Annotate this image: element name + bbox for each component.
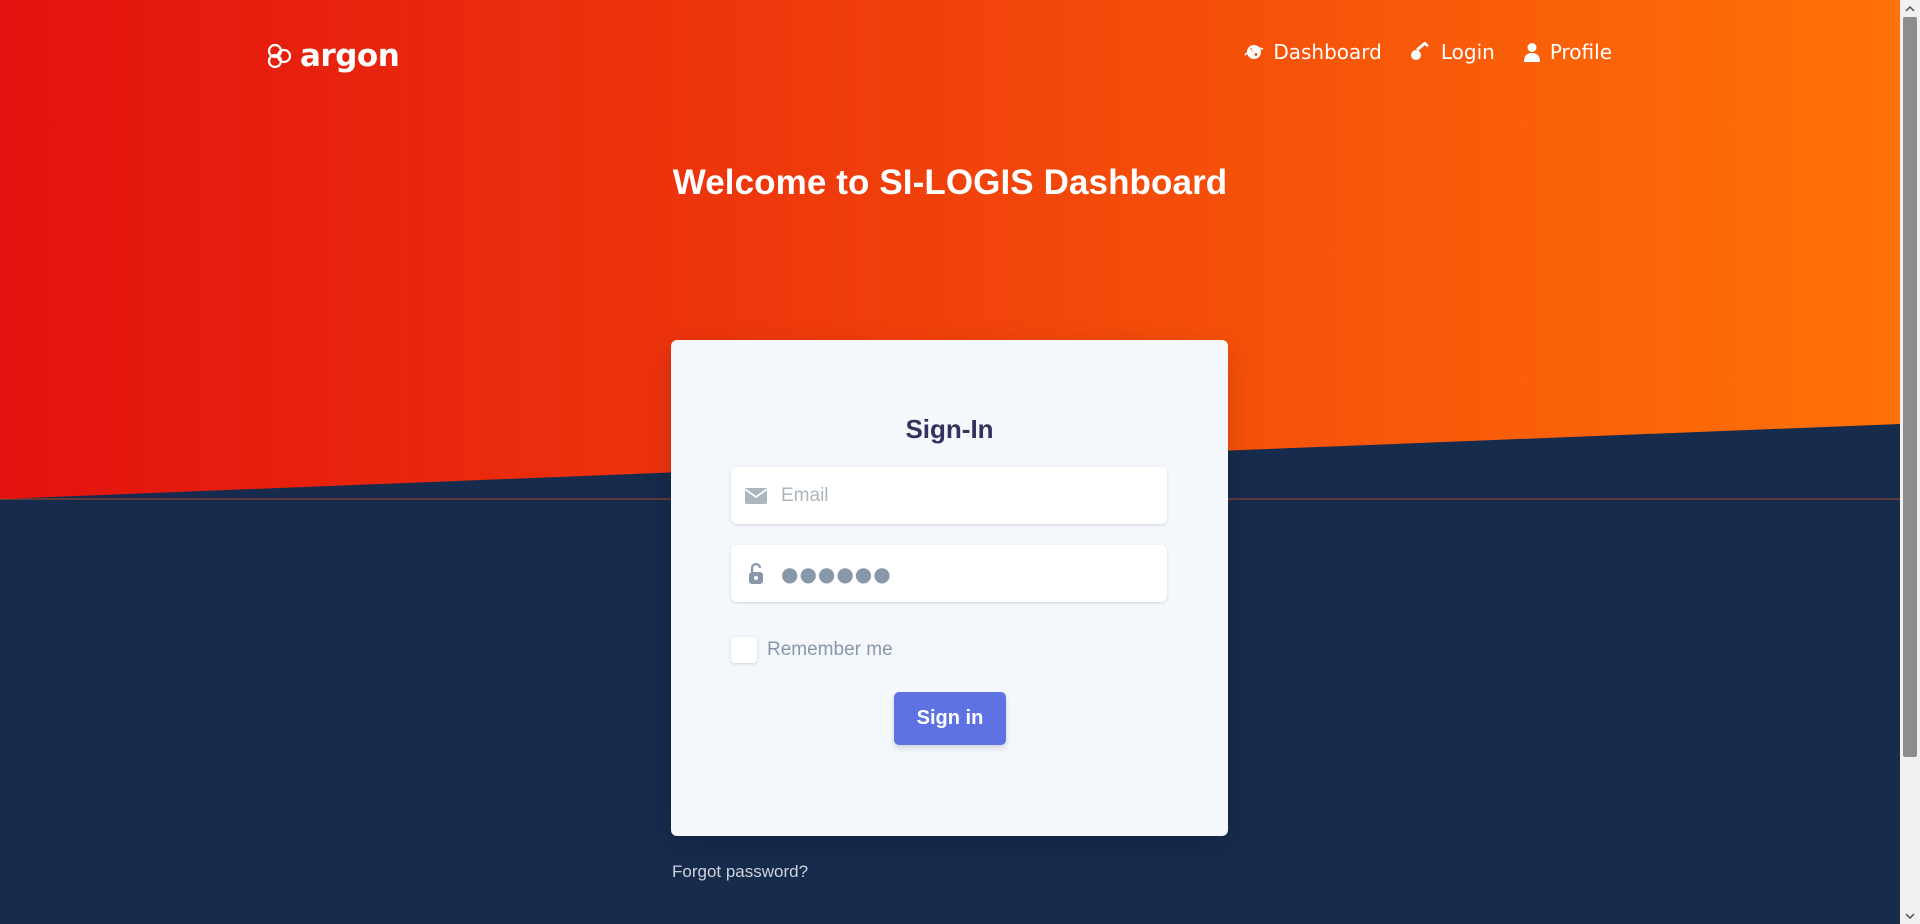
brand-name: argon (300, 38, 400, 74)
checkbox-box[interactable] (731, 637, 757, 663)
nav-label-dashboard: Dashboard (1273, 40, 1382, 64)
remember-me-checkbox[interactable]: Remember me (731, 637, 893, 663)
envelope-icon (731, 487, 781, 505)
email-input[interactable] (781, 467, 1167, 524)
unlock-icon (731, 562, 781, 585)
signin-title: Sign-In (905, 414, 994, 444)
nav-label-profile: Profile (1549, 40, 1612, 64)
nav-item-profile[interactable]: Profile (1523, 40, 1612, 64)
page-title: Welcome to SI-LOGIS Dashboard (672, 163, 1228, 202)
scroll-down-arrow-icon[interactable] (1900, 907, 1920, 924)
scrollbar-thumb[interactable] (1903, 17, 1917, 757)
email-input-group (731, 467, 1167, 524)
planet-icon (1244, 45, 1264, 59)
scrollbar[interactable] (1900, 0, 1920, 924)
top-navbar: argon Dashboard Login Profile (0, 0, 1900, 112)
signin-card: Sign-In ●●●●●● Remember me (671, 340, 1228, 836)
password-input[interactable]: ●●●●●● (781, 562, 1167, 586)
key-icon (1410, 42, 1429, 60)
password-input-group: ●●●●●● (731, 545, 1167, 602)
argon-logo-icon (267, 43, 292, 69)
nav-item-dashboard[interactable]: Dashboard (1244, 40, 1382, 64)
nav-item-login[interactable]: Login (1410, 40, 1495, 64)
user-icon (1523, 43, 1540, 62)
scroll-up-arrow-icon[interactable] (1900, 0, 1920, 17)
page: argon Dashboard Login Profile Welcome to… (0, 0, 1900, 924)
remember-me-label: Remember me (767, 639, 893, 660)
sign-in-button[interactable]: Sign in (894, 692, 1006, 745)
nav-menu: Dashboard Login Profile (1244, 40, 1612, 64)
forgot-password-link[interactable]: Forgot password? (672, 862, 808, 882)
nav-label-login: Login (1440, 40, 1495, 64)
brand-link[interactable]: argon (266, 36, 400, 76)
